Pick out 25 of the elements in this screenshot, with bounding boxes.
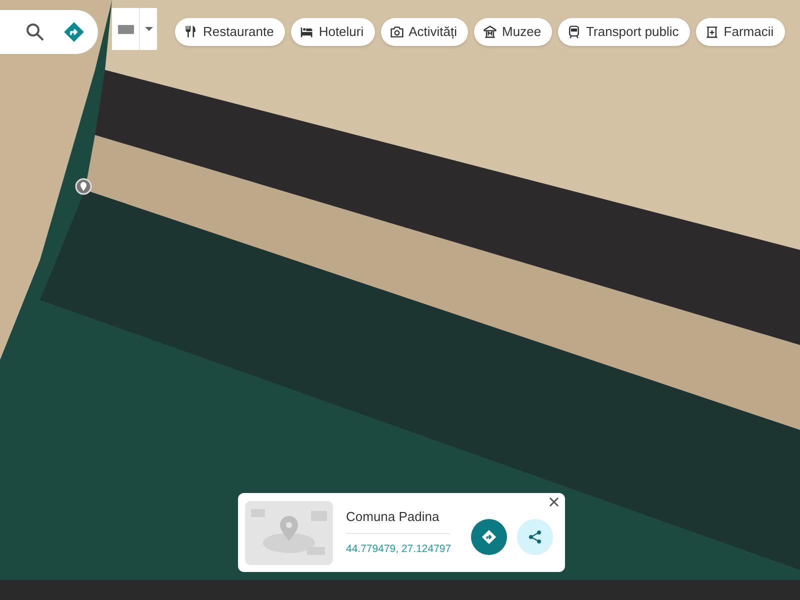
utensils-icon (184, 25, 198, 39)
share-icon (528, 530, 542, 544)
search-bar[interactable] (0, 10, 98, 54)
close-button[interactable] (547, 495, 561, 509)
share-button[interactable] (517, 518, 553, 554)
category-chip[interactable]: Restaurante (175, 18, 285, 46)
directions-icon (482, 530, 496, 544)
directions-button[interactable] (471, 518, 507, 554)
keyboard-button[interactable] (112, 8, 140, 50)
category-chip[interactable]: Farmacii (696, 18, 785, 46)
category-chip[interactable]: Muzee (474, 18, 552, 46)
category-chip[interactable]: Activități (380, 18, 468, 46)
museum-icon (483, 25, 498, 39)
location-pin-icon[interactable] (75, 178, 92, 195)
pharmacy-icon (704, 25, 719, 39)
search-icon[interactable] (26, 23, 44, 41)
close-icon (549, 497, 559, 507)
category-chip[interactable]: Transport public (558, 18, 690, 46)
bed-icon (300, 25, 314, 39)
train-icon (567, 25, 582, 39)
place-title: Comuna Padina (346, 507, 450, 534)
camera-icon (390, 25, 404, 39)
caret-icon (144, 27, 152, 31)
category-chip[interactable]: Hoteluri (290, 18, 375, 46)
keyboard-icon (118, 24, 134, 34)
